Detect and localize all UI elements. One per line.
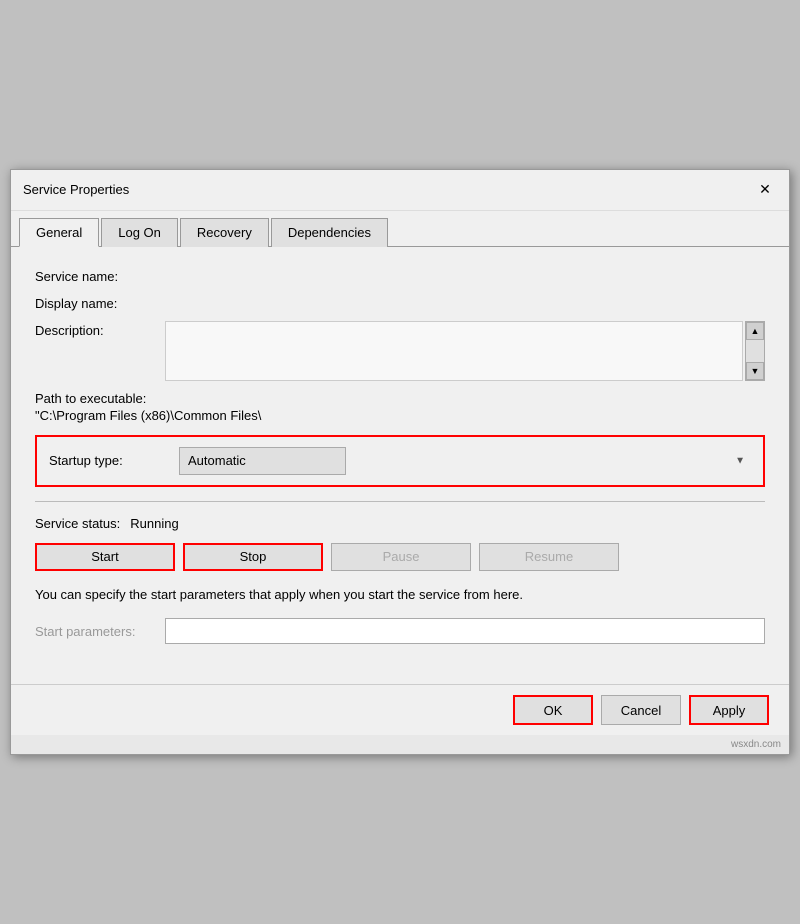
- service-name-label: Service name:: [35, 267, 165, 284]
- start-params-input[interactable]: [165, 618, 765, 644]
- description-label: Description:: [35, 321, 165, 338]
- close-button[interactable]: ✕: [753, 178, 777, 202]
- pause-button[interactable]: Pause: [331, 543, 471, 571]
- startup-type-wrapper: Automatic Automatic (Delayed Start) Manu…: [179, 447, 751, 475]
- dialog-title: Service Properties: [23, 182, 129, 197]
- scroll-down-button[interactable]: ▼: [746, 362, 764, 380]
- cancel-button[interactable]: Cancel: [601, 695, 681, 725]
- scroll-up-button[interactable]: ▲: [746, 322, 764, 340]
- service-status-label: Service status:: [35, 516, 120, 531]
- path-row: Path to executable: "C:\Program Files (x…: [35, 391, 765, 423]
- stop-button[interactable]: Stop: [183, 543, 323, 571]
- service-status-value: Running: [130, 516, 178, 531]
- start-button[interactable]: Start: [35, 543, 175, 571]
- path-value: "C:\Program Files (x86)\Common Files\: [35, 408, 765, 423]
- startup-type-label: Startup type:: [49, 453, 179, 468]
- startup-type-section: Startup type: Automatic Automatic (Delay…: [35, 435, 765, 487]
- hint-text: You can specify the start parameters tha…: [35, 585, 765, 605]
- divider: [35, 501, 765, 502]
- display-name-row: Display name:: [35, 294, 765, 311]
- description-area: ▲ ▼: [165, 321, 765, 381]
- service-buttons-group: Start Stop Pause Resume: [35, 543, 765, 571]
- path-label: Path to executable:: [35, 391, 765, 406]
- service-name-row: Service name:: [35, 267, 765, 284]
- start-params-label: Start parameters:: [35, 624, 165, 639]
- tab-general[interactable]: General: [19, 218, 99, 247]
- description-box[interactable]: [165, 321, 743, 381]
- general-tab-content: Service name: Display name: Description:…: [11, 247, 789, 685]
- title-bar: Service Properties ✕: [11, 170, 789, 211]
- chevron-down-icon: ▼: [735, 455, 745, 466]
- watermark: wsxdn.com: [11, 735, 789, 754]
- description-scrollbar: ▲ ▼: [745, 321, 765, 381]
- dialog-footer: OK Cancel Apply: [11, 684, 789, 735]
- tabs-bar: General Log On Recovery Dependencies: [11, 211, 789, 247]
- service-status-row: Service status: Running: [35, 516, 765, 531]
- tab-logon[interactable]: Log On: [101, 218, 178, 247]
- startup-type-select[interactable]: Automatic Automatic (Delayed Start) Manu…: [179, 447, 346, 475]
- ok-button[interactable]: OK: [513, 695, 593, 725]
- service-properties-dialog: Service Properties ✕ General Log On Reco…: [10, 169, 790, 756]
- start-params-row: Start parameters:: [35, 618, 765, 644]
- tab-recovery[interactable]: Recovery: [180, 218, 269, 247]
- display-name-label: Display name:: [35, 294, 165, 311]
- apply-button[interactable]: Apply: [689, 695, 769, 725]
- resume-button[interactable]: Resume: [479, 543, 619, 571]
- description-row: Description: ▲ ▼: [35, 321, 765, 381]
- tab-dependencies[interactable]: Dependencies: [271, 218, 388, 247]
